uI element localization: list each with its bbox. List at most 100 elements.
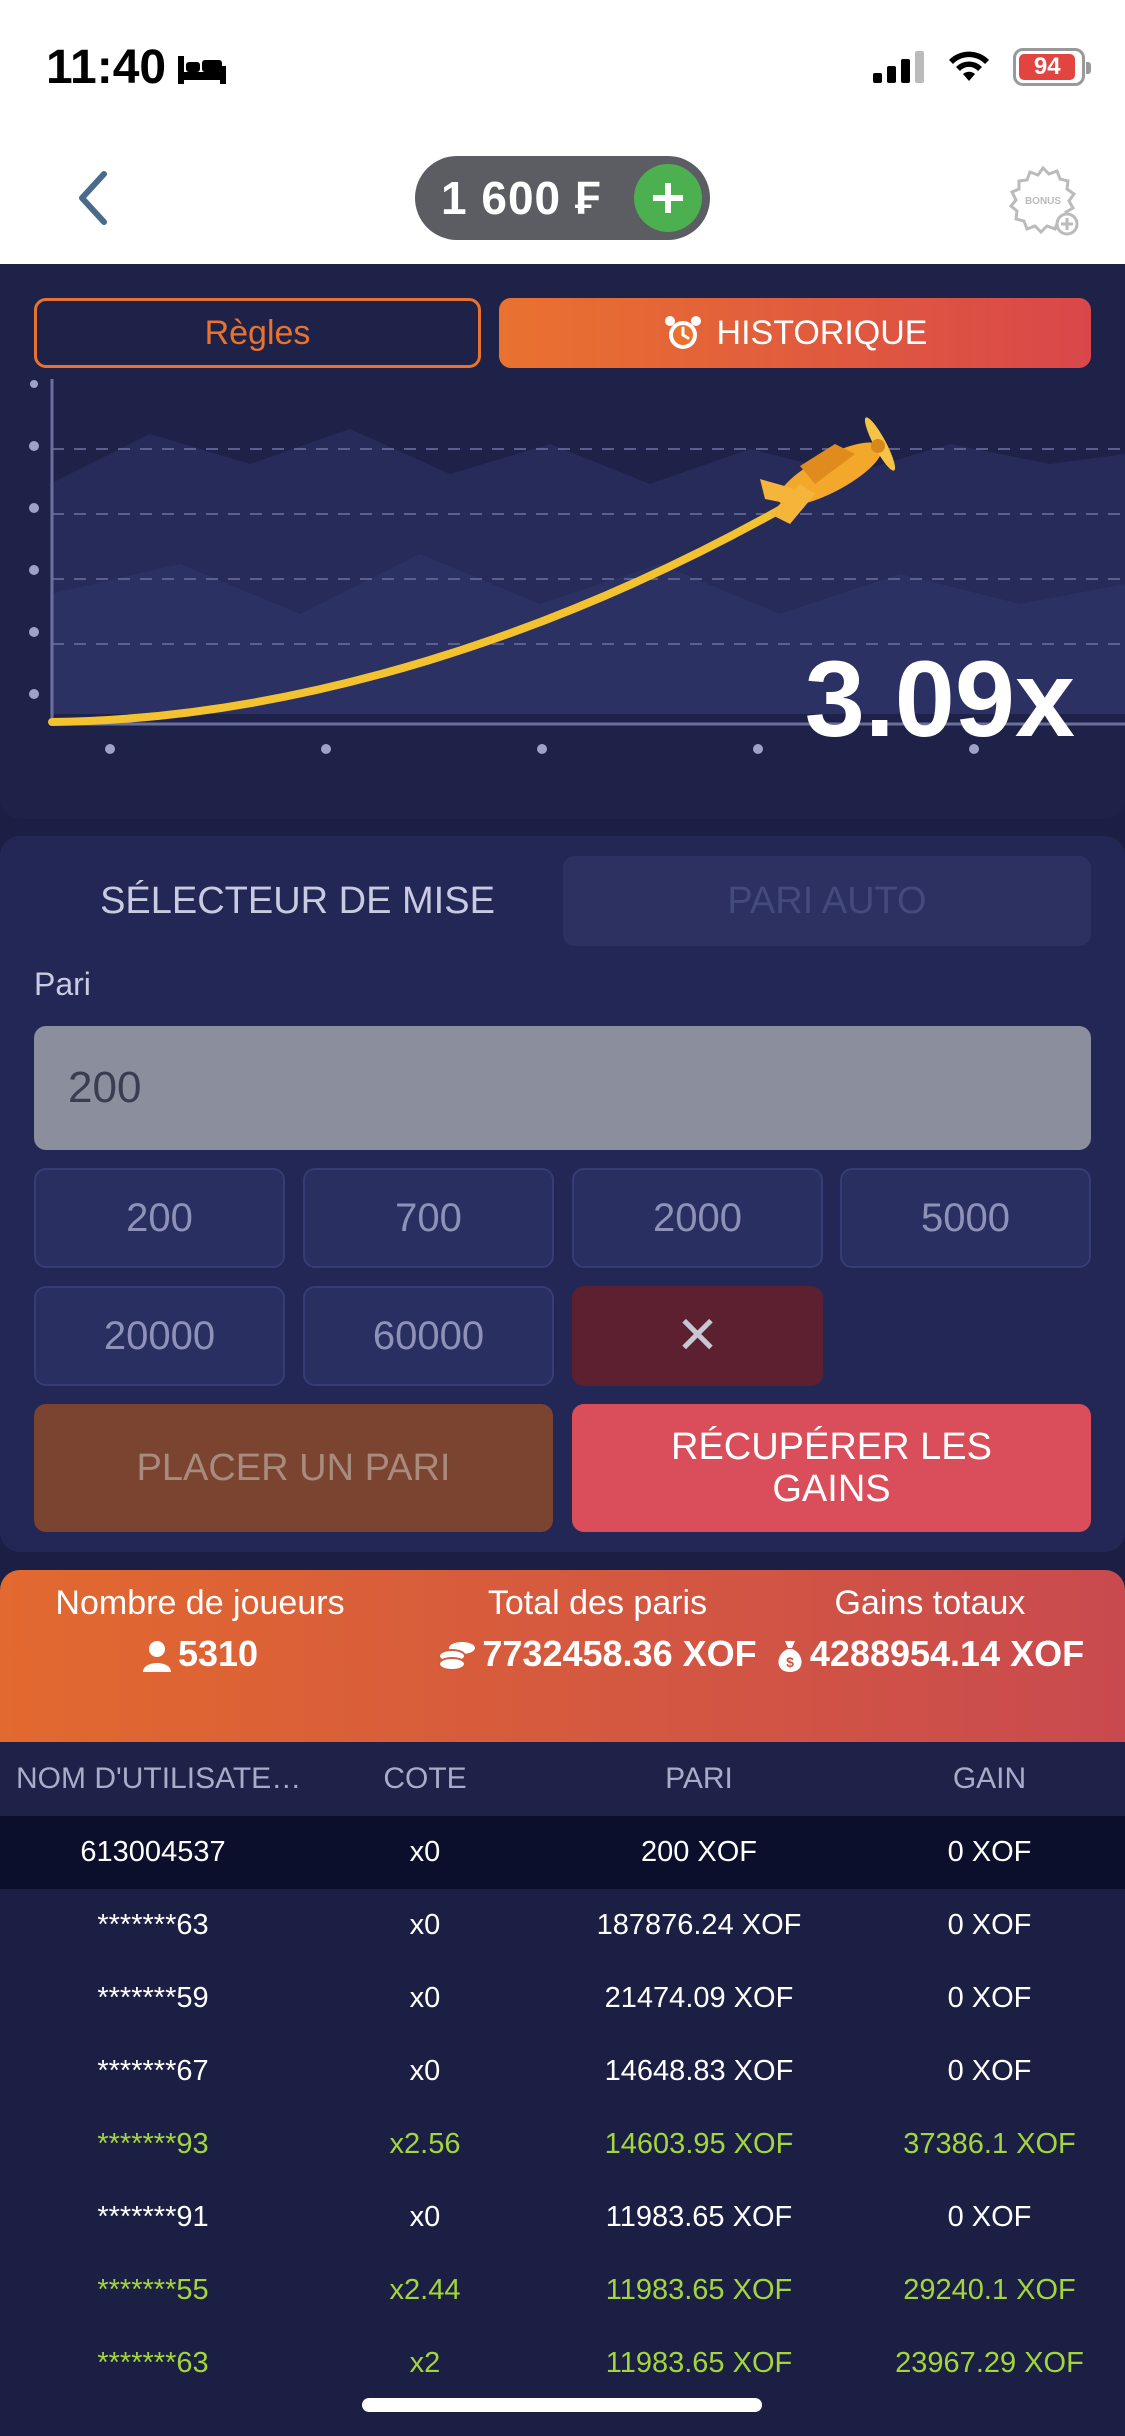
cell-gain: 0 XOF: [947, 2201, 1032, 2233]
cell-bet: 200 XOF: [640, 1836, 758, 1868]
home-indicator[interactable]: [362, 2398, 762, 2412]
cell-odds: x2.44: [389, 2274, 461, 2306]
total-bets-stat: Total des paris 7732458.36 XOF: [430, 1584, 765, 1675]
game-panel: Règles HISTORIQUE 3.09x: [0, 264, 1125, 819]
back-chevron-icon[interactable]: [72, 168, 112, 228]
table-row: *******93 x2.56 14603.95 XOF 37386.1 XOF: [0, 2108, 1125, 2181]
chip-button[interactable]: 60000: [303, 1286, 554, 1386]
total-bets-title: Total des paris: [487, 1584, 708, 1622]
cell-gain: 29240.1 XOF: [903, 2274, 1076, 2306]
status-time-text: 11:40: [46, 41, 167, 94]
cell-odds: x0: [409, 1982, 441, 2014]
cell-username: *******93: [97, 2128, 209, 2160]
cell-gain: 0 XOF: [947, 1836, 1032, 1868]
cell-username: *******63: [97, 2347, 209, 2379]
cell-username: 613004537: [80, 1836, 226, 1868]
cell-gain: 0 XOF: [947, 2055, 1032, 2087]
table-row: *******63 x2 11983.65 XOF 23967.29 XOF: [0, 2327, 1125, 2400]
column-header-username[interactable]: NOM D'UTILISATEUR: [0, 1762, 306, 1796]
cell-username: *******55: [97, 2274, 209, 2306]
add-funds-button[interactable]: [634, 164, 702, 232]
table-body: 613004537 x0 200 XOF 0 XOF *******63 x0 187876…: [0, 1816, 1125, 2400]
top-bar: 11:40 94 1 600 ₣ BONUS: [0, 0, 1125, 264]
close-icon: ✕: [675, 1307, 720, 1365]
cell-odds: x0: [409, 2201, 441, 2233]
total-wins-value: 4288954.14 XOF: [809, 1633, 1085, 1674]
clear-bet-button[interactable]: ✕: [572, 1286, 823, 1386]
rules-button[interactable]: Règles: [34, 298, 481, 368]
history-label: HISTORIQUE: [716, 313, 928, 352]
cell-username: *******67: [97, 2055, 209, 2087]
wifi-icon: [949, 51, 989, 81]
cell-odds: x2.56: [389, 2128, 461, 2160]
battery-level: 94: [1019, 53, 1076, 80]
players-title: Nombre de joueurs: [55, 1584, 345, 1622]
cell-gain: 37386.1 XOF: [903, 2128, 1076, 2160]
coins-icon: [438, 1642, 476, 1672]
cell-bet: 14603.95 XOF: [604, 2128, 794, 2160]
battery-icon: 94: [1013, 48, 1091, 86]
balance-amount: 1 600 ₣: [441, 172, 602, 224]
stats-banner: Nombre de joueurs 5310 Total des paris 7…: [0, 1570, 1125, 1742]
cell-username: *******59: [97, 1982, 209, 2014]
cell-bet: 11983.65 XOF: [605, 2201, 793, 2233]
chip-button[interactable]: 200: [34, 1168, 285, 1268]
signal-icon: [873, 51, 924, 83]
chip-button[interactable]: 2000: [572, 1168, 823, 1268]
bonus-button[interactable]: BONUS: [1007, 164, 1079, 236]
players-stat: Nombre de joueurs 5310: [40, 1584, 360, 1675]
cell-odds: x2: [409, 2347, 441, 2379]
cell-bet: 11983.65 XOF: [605, 2347, 793, 2379]
cell-bet: 21474.09 XOF: [604, 1982, 794, 2014]
table-row: *******63 x0 187876.24 XOF 0 XOF: [0, 1889, 1125, 1962]
cell-bet: 11983.65 XOF: [605, 2274, 793, 2306]
cell-odds: x0: [409, 1909, 441, 1941]
chip-button[interactable]: 5000: [840, 1168, 1091, 1268]
cell-gain: 23967.29 XOF: [895, 2347, 1084, 2379]
total-bets-value: 7732458.36 XOF: [482, 1633, 757, 1674]
balance-pill[interactable]: 1 600 ₣: [415, 156, 710, 240]
table-row: *******67 x0 14648.83 XOF 0 XOF: [0, 2035, 1125, 2108]
cell-bet: 14648.83 XOF: [604, 2055, 794, 2087]
bonus-label: BONUS: [1025, 196, 1061, 207]
bonus-badge-icon: BONUS: [1008, 165, 1079, 236]
tab-auto-bet[interactable]: PARI AUTO: [563, 856, 1091, 946]
chip-button[interactable]: 700: [303, 1168, 554, 1268]
cell-username: *******63: [97, 1909, 209, 1941]
column-header-bet[interactable]: PARI: [544, 1762, 854, 1796]
cell-odds: x0: [409, 2055, 441, 2087]
place-bet-button[interactable]: PLACER UN PARI: [34, 1404, 553, 1532]
cell-odds: x0: [409, 1836, 441, 1868]
column-header-gain[interactable]: GAIN: [854, 1762, 1125, 1796]
status-time: 11:40: [46, 40, 228, 95]
table-header: NOM D'UTILISATEUR COTE PARI GAIN: [0, 1742, 1125, 1816]
total-wins-stat: Gains totaux $ 4288954.14 XOF: [770, 1584, 1090, 1675]
bet-amount-input[interactable]: 200: [34, 1026, 1091, 1150]
cell-gain: 0 XOF: [947, 1982, 1032, 2014]
bets-table: NOM D'UTILISATEUR COTE PARI GAIN 6130045…: [0, 1742, 1125, 2436]
bet-panel: SÉLECTEUR DE MISE PARI AUTO Pari 200 200…: [0, 836, 1125, 1552]
alarm-clock-icon: [664, 316, 701, 349]
status-icons: 94: [873, 48, 1091, 86]
total-wins-title: Gains totaux: [834, 1584, 1026, 1622]
table-row: *******59 x0 21474.09 XOF 0 XOF: [0, 1962, 1125, 2035]
tab-bet-selector[interactable]: SÉLECTEUR DE MISE: [34, 856, 561, 946]
chip-button[interactable]: 20000: [34, 1286, 285, 1386]
svg-text:$: $: [786, 1654, 794, 1670]
history-button[interactable]: HISTORIQUE: [499, 298, 1091, 368]
cell-bet: 187876.24 XOF: [596, 1909, 802, 1941]
table-row: 613004537 x0 200 XOF 0 XOF: [0, 1816, 1125, 1889]
money-bag-icon: $: [778, 1641, 802, 1673]
plus-icon: [653, 183, 683, 213]
cell-gain: 0 XOF: [947, 1909, 1032, 1941]
cashout-button[interactable]: RÉCUPÉRER LES GAINS: [572, 1404, 1091, 1532]
players-count: 5310: [177, 1633, 259, 1674]
multiplier-readout: 3.09x: [804, 638, 1075, 759]
bet-amount-label: Pari: [34, 966, 91, 1002]
table-row: *******55 x2.44 11983.65 XOF 29240.1 XOF: [0, 2254, 1125, 2327]
user-icon: [142, 1641, 171, 1673]
column-header-odds[interactable]: COTE: [306, 1762, 544, 1796]
table-row: *******91 x0 11983.65 XOF 0 XOF: [0, 2181, 1125, 2254]
cell-username: *******91: [97, 2201, 209, 2233]
sleep-icon: [178, 55, 227, 84]
